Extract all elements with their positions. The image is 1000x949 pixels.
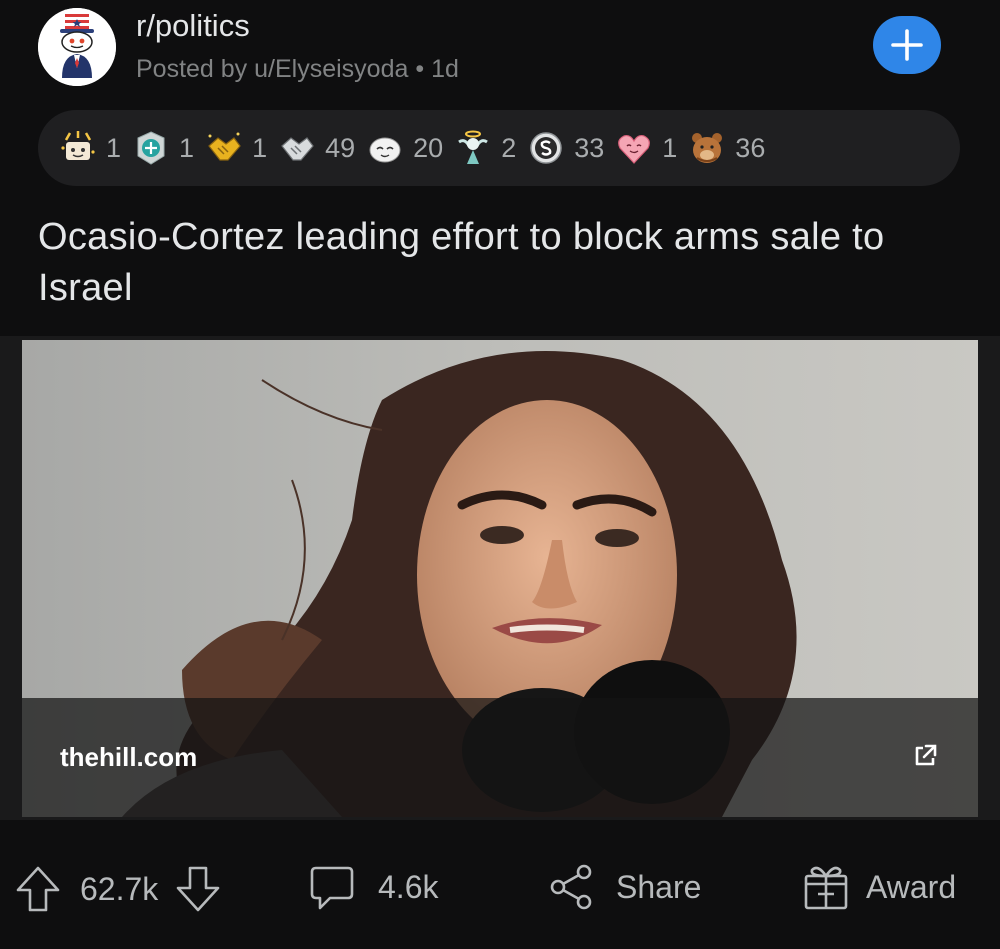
upvote-arrow-icon[interactable]: [14, 864, 62, 914]
awards-bar[interactable]: 1 1 1 49 20 2 33 1 36: [38, 110, 960, 186]
bear-award-icon: [692, 133, 723, 163]
award-count: 1: [106, 132, 122, 163]
share-icon: [550, 864, 592, 910]
post-title[interactable]: Ocasio-Cortez leading effort to block ar…: [38, 212, 938, 314]
meta-separator: •: [415, 55, 425, 83]
award-item[interactable]: 1: [614, 128, 677, 168]
post-actions: 62.7k 4.6k Share Award: [0, 850, 1000, 930]
link-domain[interactable]: thehill.com: [60, 742, 197, 773]
subreddit-avatar[interactable]: [38, 8, 116, 86]
award-item[interactable]: 49: [277, 128, 355, 168]
comment-icon: [310, 866, 354, 910]
award-item[interactable]: 33: [526, 128, 604, 168]
vote-count: 62.7k: [80, 870, 159, 907]
award-button[interactable]: Award: [802, 862, 956, 912]
award-count: 20: [413, 132, 444, 163]
post-card: r/politics Posted by u/Elyseisyoda • 1d …: [0, 0, 1000, 949]
award-count: 1: [179, 132, 195, 163]
gift-award-icon: [804, 866, 848, 910]
link-preview-image[interactable]: thehill.com: [22, 340, 978, 817]
silver-coin-icon: [530, 132, 562, 164]
comment-count: 4.6k: [378, 868, 439, 905]
shield-award-icon: [137, 131, 165, 165]
external-link-icon[interactable]: [912, 743, 938, 769]
award-label: Award: [866, 868, 957, 905]
share-label: Share: [616, 868, 702, 905]
link-bar[interactable]: thehill.com: [22, 698, 978, 817]
plus-icon: [891, 29, 923, 61]
award-item[interactable]: 20: [365, 128, 443, 168]
author-link[interactable]: Posted by u/Elyseisyoda: [136, 55, 408, 83]
award-count: 49: [325, 132, 356, 163]
award-item[interactable]: 1: [58, 128, 121, 168]
award-count: 33: [574, 132, 605, 163]
award-count: 36: [735, 132, 766, 163]
award-item[interactable]: 1: [204, 128, 267, 168]
award-item[interactable]: 36: [687, 128, 765, 168]
party-award-icon: [61, 131, 95, 160]
award-item[interactable]: 1: [131, 128, 194, 168]
comments-button[interactable]: 4.6k: [308, 862, 438, 912]
snoo-uncle-sam-icon: [38, 8, 116, 86]
subreddit-name[interactable]: r/politics: [136, 8, 250, 44]
award-item[interactable]: 2: [453, 128, 516, 168]
post-meta: Posted by u/Elyseisyoda • 1d: [136, 55, 459, 84]
angel-award-icon: [458, 130, 489, 164]
award-count: 2: [501, 132, 517, 163]
downvote-arrow-icon[interactable]: [174, 864, 222, 914]
post-age: 1d: [431, 55, 459, 83]
gold-handshake-icon: [208, 132, 241, 161]
award-count: 1: [662, 132, 678, 163]
wholesome-seal-icon: [369, 137, 401, 163]
join-button[interactable]: [873, 16, 941, 74]
silver-handshake-icon: [281, 137, 314, 161]
vote-group: 62.7k: [14, 864, 222, 914]
heart-face-icon: [618, 134, 651, 164]
award-count: 1: [252, 132, 268, 163]
share-button[interactable]: Share: [548, 862, 701, 912]
